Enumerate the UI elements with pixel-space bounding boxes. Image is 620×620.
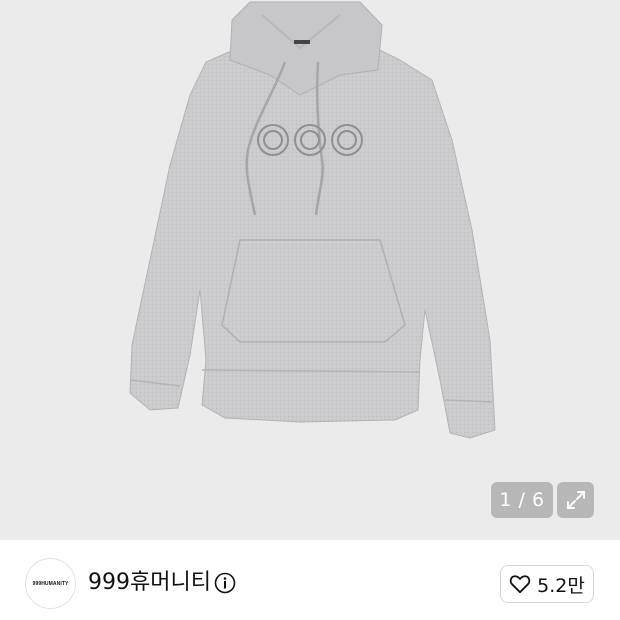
brand-name[interactable]: 999휴머니티 [88,568,211,598]
expand-button[interactable] [557,482,594,518]
product-photo [129,1,496,439]
info-icon[interactable] [214,572,236,594]
brand-logo[interactable]: 999HUMANITY [25,558,76,609]
like-button[interactable]: 5.2만 [500,565,594,603]
heart-outline-icon [509,575,531,594]
product-page: 1 / 6 999HUMANITY 999휴머니티 5.2만 [0,0,620,620]
expand-arrows-icon [566,491,585,509]
brand-row: 999HUMANITY 999휴머니티 5.2만 [0,540,620,620]
like-count: 5.2만 [537,574,585,597]
image-pager: 1 / 6 [491,482,553,518]
brand-logo-text: 999HUMANITY [32,580,69,587]
product-image-gallery[interactable]: 1 / 6 [0,0,620,540]
